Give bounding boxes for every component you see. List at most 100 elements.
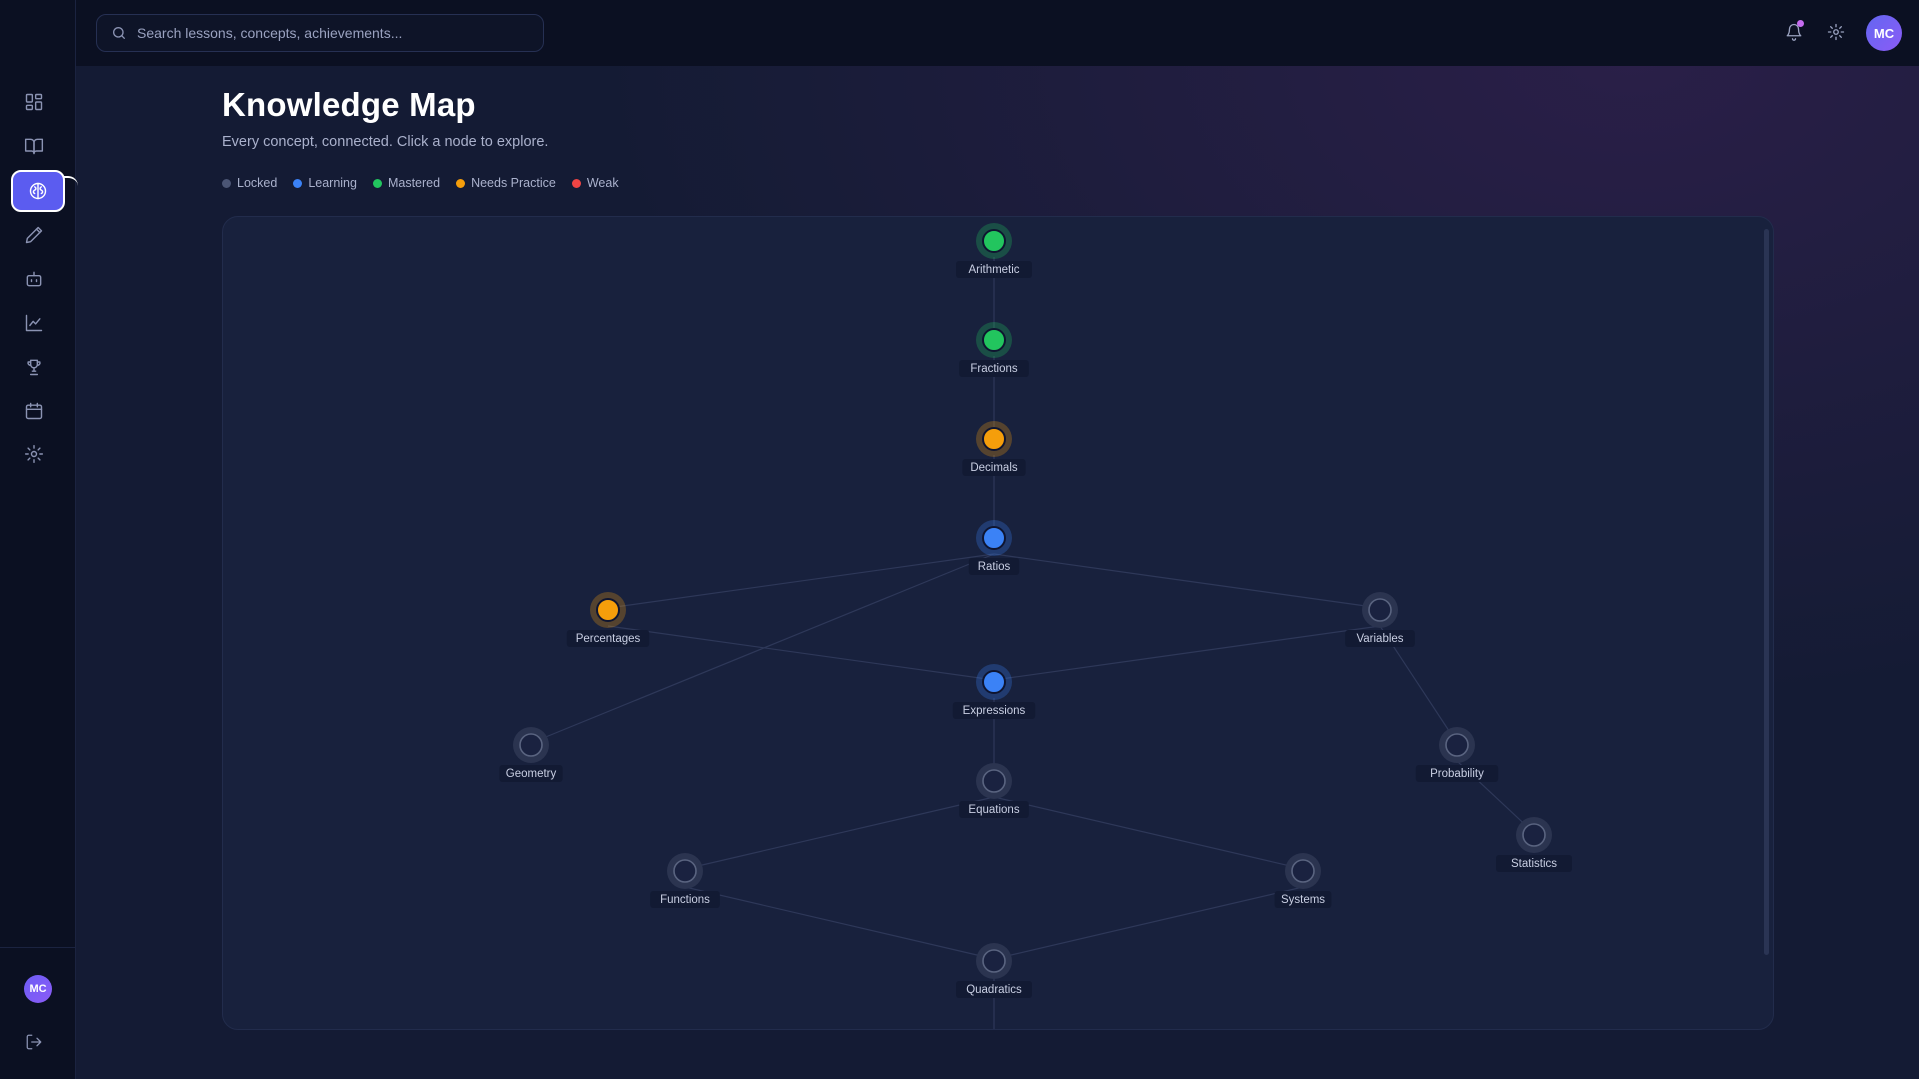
- node-dot: [982, 427, 1006, 451]
- node-label: Expressions: [963, 705, 1026, 717]
- sidebar-item-analytics[interactable]: [12, 304, 56, 342]
- sidebar-divider: [0, 947, 76, 948]
- knowledge-graph[interactable]: Arithmetic Fractions Decimals Ratios Percent…: [223, 217, 1774, 1030]
- node-dot: [982, 769, 1006, 793]
- node-dot: [596, 598, 620, 622]
- bot-icon: [26, 271, 42, 287]
- logout-icon: [26, 1034, 42, 1050]
- legend-dot: [456, 178, 466, 188]
- node-dot: [982, 670, 1006, 694]
- legend-dot: [222, 178, 231, 188]
- logout-button[interactable]: [22, 1030, 46, 1054]
- notification-dot: [1797, 20, 1804, 27]
- graph-edge-ratios-percentages: [607, 553, 995, 609]
- settings-button[interactable]: [1824, 20, 1848, 44]
- node-expressions[interactable]: Expressions: [952, 664, 1036, 719]
- sidebar-item-settings[interactable]: [12, 435, 56, 473]
- legend-item: Mastered: [372, 176, 441, 190]
- map-scrollbar[interactable]: [1764, 229, 1769, 955]
- node-label: Variables: [1356, 633, 1403, 645]
- topbar: MC: [76, 0, 1919, 66]
- sidebar: MC: [0, 0, 78, 1079]
- node-functions[interactable]: Functions: [650, 853, 720, 908]
- node-arithmetic[interactable]: Arithmetic: [956, 223, 1032, 278]
- legend-item: Locked: [222, 176, 277, 190]
- dashboard-icon: [25, 93, 43, 111]
- legend-dot: [571, 178, 581, 188]
- legend-label: Learning: [308, 176, 357, 190]
- sidebar-item-lessons[interactable]: [12, 127, 56, 165]
- book-open-icon: [24, 138, 44, 155]
- active-indicator: [64, 176, 78, 204]
- node-dot: [1522, 823, 1546, 847]
- node-label: Systems: [1281, 894, 1325, 906]
- node-label: Equations: [968, 804, 1019, 816]
- sidebar-item-calendar[interactable]: [12, 392, 56, 430]
- gear-icon: [1827, 23, 1845, 41]
- node-fractions[interactable]: Fractions: [959, 322, 1029, 377]
- node-label: Geometry: [506, 768, 557, 780]
- node-equations[interactable]: Equations: [959, 763, 1029, 818]
- node-label: Probability: [1430, 768, 1484, 780]
- sidebar-item-knowledge-map[interactable]: [11, 170, 65, 212]
- node-dot: [673, 859, 697, 883]
- user-avatar[interactable]: MC: [1866, 15, 1902, 51]
- graph-edge-systems-quadratics: [993, 886, 1304, 960]
- gear-icon: [24, 444, 44, 464]
- sidebar-item-practice[interactable]: [12, 216, 56, 254]
- sidebar-item-tutor[interactable]: [12, 260, 56, 298]
- knowledge-map-panel[interactable]: Arithmetic Fractions Decimals Ratios Percent…: [222, 216, 1774, 1030]
- sidebar-item-achievements[interactable]: [12, 348, 56, 386]
- legend-item: Needs Practice: [456, 176, 556, 190]
- node-geometry[interactable]: Geometry: [499, 727, 563, 782]
- legend-label: Mastered: [387, 176, 441, 190]
- node-dot: [1291, 859, 1315, 883]
- node-percentages[interactable]: Percentages: [566, 592, 650, 647]
- node-label: Quadratics: [966, 984, 1022, 996]
- node-label: Arithmetic: [968, 264, 1019, 276]
- app-root: MC MC Knowledge Map Every concept, conne…: [0, 0, 1919, 1079]
- node-ratios[interactable]: Ratios: [968, 520, 1020, 575]
- search-bar[interactable]: [96, 14, 544, 52]
- node-label: Percentages: [576, 633, 641, 645]
- graph-edge-functions-quadratics: [684, 886, 995, 960]
- graph-edge-equations-systems: [993, 796, 1304, 870]
- brain-icon: [29, 182, 47, 200]
- search-icon: [113, 27, 125, 39]
- search-input[interactable]: [137, 25, 527, 41]
- graph-edge-ratios-geometry: [530, 553, 995, 744]
- node-dot: [1368, 598, 1392, 622]
- node-systems[interactable]: Systems: [1274, 853, 1332, 908]
- node-dot: [519, 733, 543, 757]
- node-dot: [982, 949, 1006, 973]
- graph-edge-variables-expressions: [993, 625, 1381, 681]
- node-variables[interactable]: Variables: [1345, 592, 1415, 647]
- sidebar-item-dashboard[interactable]: [12, 83, 56, 121]
- page-title: Knowledge Map: [222, 86, 476, 123]
- node-quadratics[interactable]: Quadratics: [956, 943, 1032, 998]
- page-subtitle: Every concept, connected. Click a node t…: [222, 134, 549, 150]
- node-decimals[interactable]: Decimals: [962, 421, 1026, 476]
- legend-label: Locked: [237, 176, 278, 190]
- node-dot: [982, 229, 1006, 253]
- node-label: Fractions: [970, 363, 1018, 375]
- legend-dot: [293, 178, 303, 188]
- calendar-icon: [25, 402, 43, 420]
- legend-dot: [372, 178, 382, 188]
- graph-edge-equations-functions: [684, 796, 995, 870]
- node-dot: [1445, 733, 1469, 757]
- graph-edge-percentages-expressions: [607, 625, 995, 681]
- node-dot: [982, 328, 1006, 352]
- node-label: Functions: [660, 894, 710, 906]
- node-statistics[interactable]: Statistics: [1496, 817, 1572, 872]
- pencil-icon: [25, 226, 43, 244]
- node-label: Decimals: [970, 462, 1018, 474]
- legend-label: Needs Practice: [471, 176, 556, 190]
- node-label: Ratios: [978, 561, 1011, 573]
- legend-item: Learning: [293, 176, 357, 190]
- chart-line-icon: [25, 314, 43, 332]
- node-label: Statistics: [1511, 858, 1557, 870]
- node-probability[interactable]: Probability: [1415, 727, 1499, 782]
- sidebar-avatar[interactable]: MC: [24, 975, 52, 1003]
- notifications-button[interactable]: [1782, 20, 1806, 44]
